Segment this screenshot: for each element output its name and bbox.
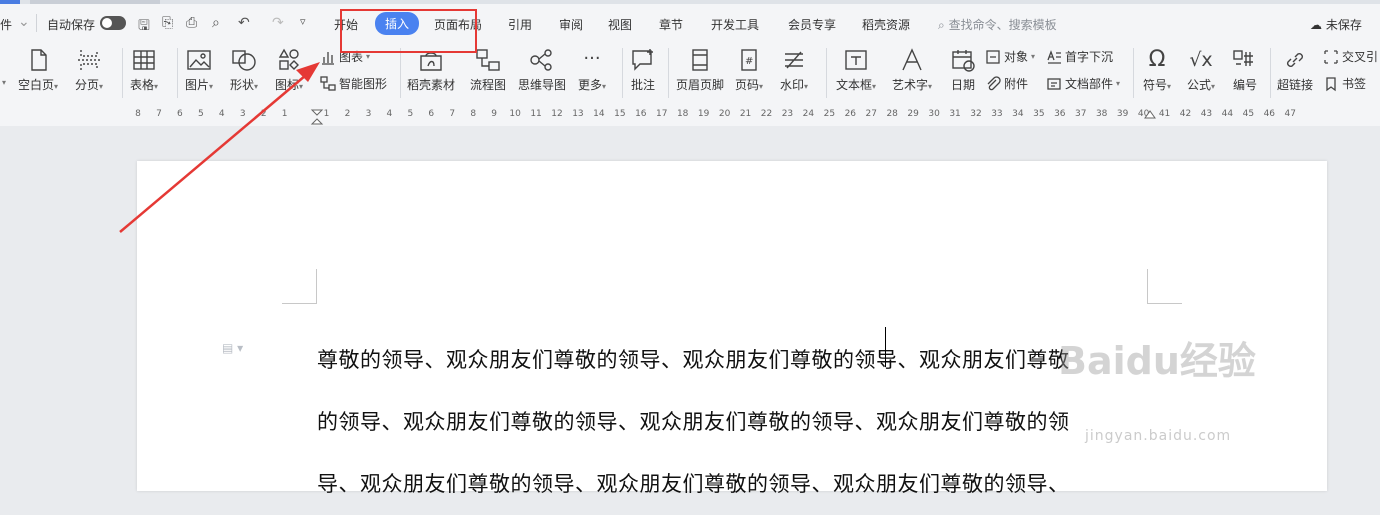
annotation-arrow-icon	[119, 62, 320, 233]
